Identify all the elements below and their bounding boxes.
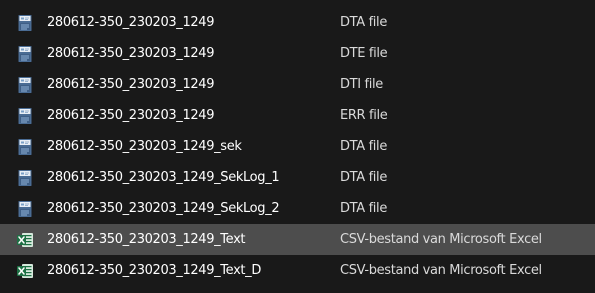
- file-type: DTI file: [340, 77, 383, 92]
- file-type: CSV-bestand van Microsoft Excel: [340, 263, 542, 278]
- file-name: 280612-350_230203_1249: [47, 46, 215, 61]
- file-row[interactable]: 280612-350_230203_1249_Text_D CSV-bestan…: [0, 255, 595, 286]
- file-type: DTA file: [340, 139, 387, 154]
- generic-file-icon: [16, 45, 34, 63]
- file-row-selected[interactable]: 280612-350_230203_1249_Text CSV-bestand …: [0, 224, 595, 255]
- file-name: 280612-350_230203_1249: [47, 77, 215, 92]
- generic-file-icon: [16, 76, 34, 94]
- file-type: CSV-bestand van Microsoft Excel: [340, 232, 542, 247]
- generic-file-icon: [16, 200, 34, 218]
- file-list: 280612-350_230203_1249 DTA file 280612-3…: [0, 0, 595, 293]
- excel-csv-icon: [16, 262, 34, 280]
- file-row[interactable]: 280612-350_230203_1249_sek DTA file: [0, 131, 595, 162]
- generic-file-icon: [16, 14, 34, 32]
- file-row[interactable]: 280612-350_230203_1249 DTA file: [0, 7, 595, 38]
- file-type: ERR file: [340, 108, 388, 123]
- generic-file-icon: [16, 138, 34, 156]
- file-row[interactable]: 280612-350_230203_1249_SekLog_2 DTA file: [0, 193, 595, 224]
- file-row[interactable]: 280612-350_230203_1249_SekLog_1 DTA file: [0, 162, 595, 193]
- file-type: DTA file: [340, 170, 387, 185]
- file-type: DTA file: [340, 15, 387, 30]
- file-type: DTA file: [340, 201, 387, 216]
- file-row[interactable]: 280612-350_230203_1249 DTE file: [0, 38, 595, 69]
- generic-file-icon: [16, 107, 34, 125]
- file-name: 280612-350_230203_1249_sek: [47, 139, 242, 154]
- file-name: 280612-350_230203_1249: [47, 15, 215, 30]
- file-row[interactable]: 280612-350_230203_1249 ERR file: [0, 100, 595, 131]
- file-row[interactable]: 280612-350_230203_1249 DTI file: [0, 69, 595, 100]
- file-name: 280612-350_230203_1249: [47, 108, 215, 123]
- excel-csv-icon: [16, 231, 34, 249]
- file-name: 280612-350_230203_1249_SekLog_1: [47, 170, 280, 185]
- generic-file-icon: [16, 169, 34, 187]
- file-name: 280612-350_230203_1249_Text: [47, 232, 246, 247]
- file-name: 280612-350_230203_1249_Text_D: [47, 263, 261, 278]
- file-type: DTE file: [340, 46, 388, 61]
- file-name: 280612-350_230203_1249_SekLog_2: [47, 201, 280, 216]
